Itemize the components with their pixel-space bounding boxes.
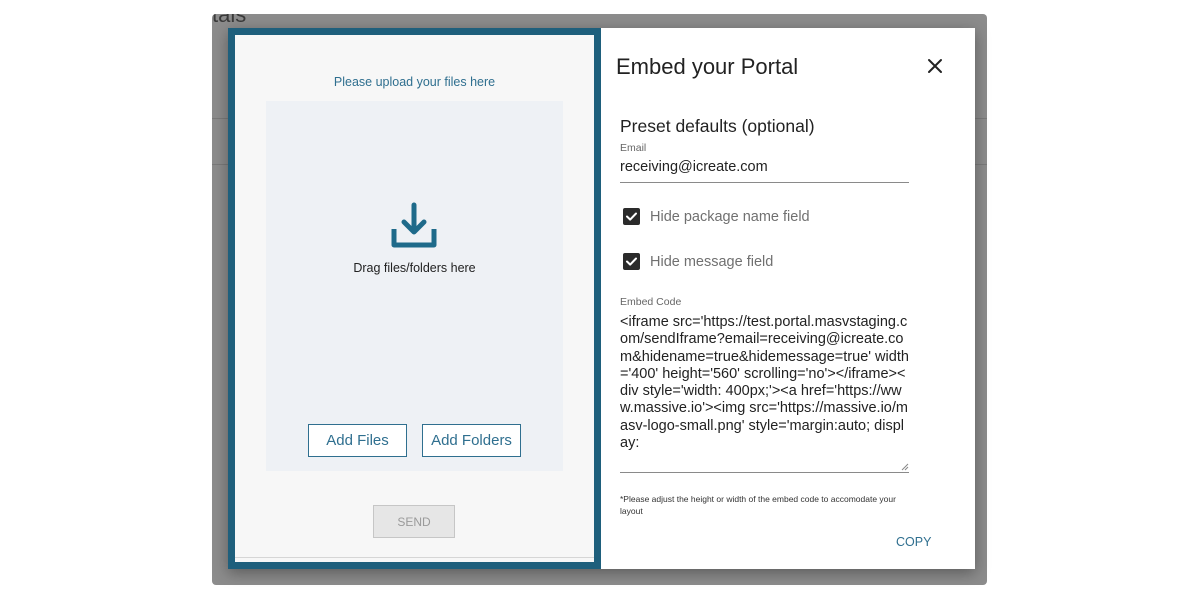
portal-preview: Please upload your files here Drag files… xyxy=(228,28,601,569)
drop-zone[interactable]: Drag files/folders here Add Files Add Fo… xyxy=(266,101,563,471)
resize-handle-icon[interactable] xyxy=(901,463,909,471)
checkbox-hide-message[interactable] xyxy=(623,253,640,270)
add-files-button[interactable]: Add Files xyxy=(308,424,407,457)
email-field[interactable]: receiving@icreate.com xyxy=(620,159,909,183)
embed-adjust-note: *Please adjust the height or width of th… xyxy=(620,494,896,516)
email-label: Email xyxy=(620,142,647,154)
preview-title: Please upload your files here xyxy=(333,75,496,89)
copy-button[interactable]: COPY xyxy=(896,535,931,549)
backdrop-title: tals xyxy=(212,14,247,27)
add-folders-button[interactable]: Add Folders xyxy=(422,424,521,457)
preset-defaults-heading: Preset defaults (optional) xyxy=(620,116,815,136)
embed-code-textarea[interactable]: <iframe src='https://test.portal.masvsta… xyxy=(620,314,909,473)
upload-icon xyxy=(391,202,437,248)
check-icon xyxy=(626,257,637,266)
hide-message-option[interactable]: Hide message field xyxy=(623,253,773,270)
embed-settings-panel: Embed your Portal Preset defaults (optio… xyxy=(601,28,975,569)
dialog-title: Embed your Portal xyxy=(616,54,799,79)
checkbox-hide-package-name[interactable] xyxy=(623,208,640,225)
preview-divider xyxy=(235,557,594,558)
close-icon[interactable] xyxy=(925,56,945,76)
hide-package-name-label: Hide package name field xyxy=(650,208,810,225)
drop-instruction: Drag files/folders here xyxy=(353,261,476,275)
hide-package-name-option[interactable]: Hide package name field xyxy=(623,208,810,225)
check-icon xyxy=(626,212,637,221)
embed-code-label: Embed Code xyxy=(620,296,682,308)
embed-code-text: <iframe src='https://test.portal.masvsta… xyxy=(620,314,909,452)
hide-message-label: Hide message field xyxy=(650,253,774,270)
embed-portal-dialog: Please upload your files here Drag files… xyxy=(228,28,975,569)
send-button[interactable]: SEND xyxy=(373,505,455,538)
